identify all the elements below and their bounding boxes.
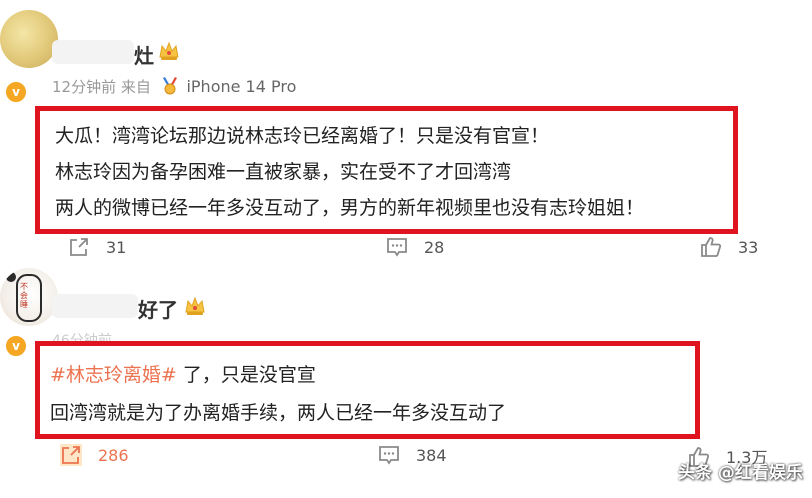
watermark: 头条 @红看娱乐 [678, 463, 803, 483]
comment-button[interactable]: 384 [378, 444, 447, 466]
share-button[interactable]: 286 [60, 444, 129, 466]
share-count: 31 [106, 238, 127, 257]
like-button[interactable]: 33 [700, 236, 758, 258]
like-count: 33 [738, 238, 759, 257]
blurred-username [52, 294, 138, 318]
comment-text-line: 两人的微博已经一年多没互动了，男方的新年视频里也没有志玲姐姐！ [55, 197, 645, 219]
avatar[interactable]: 不会睡 [0, 268, 58, 326]
highlight-box: #林志玲离婚# 了，只是没官宣 回湾湾就是为了办离婚手续，两人已经一年多没互动了 [35, 341, 700, 439]
share-count: 286 [98, 446, 129, 465]
share-icon [70, 238, 88, 256]
comment-username[interactable]: 灶 [134, 40, 154, 69]
comment-count: 384 [416, 446, 447, 465]
comment-icon [387, 238, 407, 257]
highlight-box: 大瓜！湾湾论坛那边说林志玲已经离婚了！只是没有官宣！ 林志玲因为备孕困难一直被家… [35, 106, 738, 234]
comment-time: 12分钟前 [52, 78, 117, 96]
share-icon [60, 444, 82, 466]
comment-text-line: #林志玲离婚# 了，只是没官宣 [50, 360, 316, 387]
comment-count: 28 [424, 238, 445, 257]
comment-button[interactable]: 28 [386, 236, 444, 258]
comment-text-line: 回湾湾就是为了办离婚手续，两人已经一年多没互动了 [50, 402, 507, 424]
verified-badge-icon: v [4, 334, 28, 358]
comment-icon [379, 446, 399, 465]
share-button[interactable]: 31 [68, 236, 126, 258]
comment-text: 了，只是没官宣 [176, 364, 316, 386]
medal-icon [162, 77, 177, 95]
source-label: 来自 [120, 78, 151, 96]
comment-username[interactable]: 好了 [138, 294, 178, 323]
source-device[interactable]: iPhone 14 Pro [186, 77, 296, 96]
comment-text-line: 大瓜！湾湾论坛那边说林志玲已经离婚了！只是没有官宣！ [55, 125, 550, 147]
hashtag-link[interactable]: #林志玲离婚# [50, 364, 177, 386]
crown-icon [159, 41, 179, 60]
weibo-comment-list: v 灶 12分钟前 来自 iPhone 14 Pro 大瓜！湾湾论坛那边说林志玲… [0, 0, 812, 498]
avatar[interactable] [0, 10, 58, 68]
like-icon [701, 237, 722, 257]
crown-icon [185, 296, 205, 315]
avatar-doodle-text: 不会睡 [20, 282, 28, 309]
comment-text-line: 林志玲因为备孕困难一直被家暴，实在受不了才回湾湾 [55, 161, 512, 183]
verified-badge-icon: v [4, 80, 28, 104]
blurred-username [52, 40, 134, 64]
comment-meta: 12分钟前 来自 iPhone 14 Pro [52, 76, 296, 97]
